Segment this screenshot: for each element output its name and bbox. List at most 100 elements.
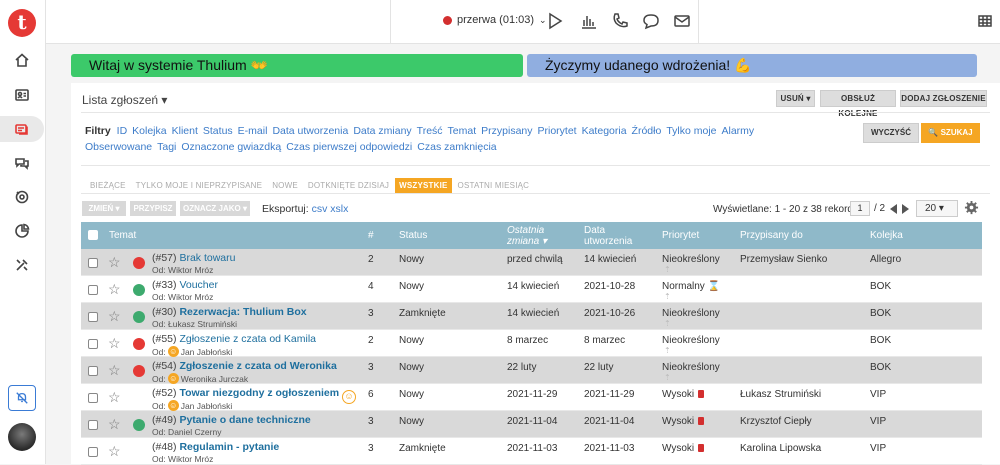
gear-icon[interactable]: [964, 200, 980, 216]
filter-link[interactable]: Alarmy: [722, 125, 755, 137]
change-button[interactable]: ZMIEŃ ▾: [82, 201, 126, 216]
ticket-subject[interactable]: (#30) Rezerwacja: Thulium Box: [152, 306, 307, 318]
filter-link[interactable]: Status: [203, 125, 233, 137]
row-checkbox[interactable]: [88, 258, 98, 268]
star-icon[interactable]: ☆: [108, 309, 121, 323]
prev-page-icon[interactable]: [890, 204, 897, 214]
filter-link[interactable]: ID: [117, 125, 128, 137]
stats-icon[interactable]: [580, 12, 600, 32]
search-button[interactable]: 🔍 SZUKAJ: [921, 123, 980, 143]
filter-link[interactable]: Obserwowane: [85, 141, 152, 153]
row-checkbox[interactable]: [88, 393, 98, 403]
star-icon[interactable]: ☆: [108, 390, 121, 404]
table-row[interactable]: ☆ (#55) Zgłoszenie z czata od Kamila Od: ☺ J…: [81, 330, 982, 357]
delete-button[interactable]: USUŃ ▾: [776, 90, 815, 107]
assign-button[interactable]: PRZYPISZ: [130, 201, 176, 216]
agent-status[interactable]: przerwa (01:03) ⌄: [443, 14, 547, 26]
star-icon[interactable]: ☆: [108, 417, 121, 431]
chat-icon[interactable]: [0, 150, 44, 176]
ticket-subject[interactable]: (#52) Towar niezgodny z ogłoszeniem: [152, 387, 339, 399]
filter-link[interactable]: Klient: [172, 125, 198, 137]
row-checkbox[interactable]: [88, 312, 98, 322]
play-icon[interactable]: [546, 12, 566, 32]
tab-new[interactable]: NOWE: [268, 178, 302, 193]
filter-link[interactable]: Przypisany: [481, 125, 532, 137]
next-page-icon[interactable]: [902, 204, 909, 214]
filter-link[interactable]: Data zmiany: [353, 125, 411, 137]
table-row[interactable]: ☆ (#48) Regulamin - pytanie Od: Wiktor Mró…: [81, 438, 982, 465]
filter-link[interactable]: Tylko moje: [666, 125, 716, 137]
table-row[interactable]: ☆ (#30) Rezerwacja: Thulium Box Od: Łukasz…: [81, 303, 982, 330]
tickets-icon[interactable]: [0, 116, 44, 142]
page-input[interactable]: 1: [850, 201, 870, 216]
filter-link[interactable]: Kategoria: [582, 125, 627, 137]
add-ticket-button[interactable]: DODAJ ZGŁOSZENIE: [900, 90, 987, 107]
tab-last-month[interactable]: OSTATNI MIESIĄC: [454, 178, 534, 193]
ticket-subject[interactable]: (#55) Zgłoszenie z czata od Kamila: [152, 333, 316, 345]
col-last-change[interactable]: Ostatnia zmiana ▾: [507, 225, 573, 247]
page-title[interactable]: Lista zgłoszeń ▾: [82, 93, 167, 107]
export-xslx-link[interactable]: xslx: [330, 203, 348, 215]
message-icon[interactable]: [642, 12, 662, 32]
col-subject[interactable]: Temat: [109, 222, 136, 249]
row-checkbox[interactable]: [88, 366, 98, 376]
row-checkbox[interactable]: [88, 285, 98, 295]
do-not-disturb-icon[interactable]: [8, 385, 36, 411]
ticket-subject[interactable]: (#33) Voucher: [152, 279, 218, 291]
filter-link[interactable]: Źródło: [632, 125, 662, 137]
ticket-subject[interactable]: (#54) Zgłoszenie z czata od Weronika: [152, 360, 337, 372]
col-number[interactable]: #: [368, 222, 374, 249]
mail-icon[interactable]: [673, 12, 693, 32]
filter-link[interactable]: Oznaczone gwiazdką: [181, 141, 281, 153]
row-checkbox[interactable]: [88, 339, 98, 349]
tab-all[interactable]: WSZYSTKIE: [395, 178, 452, 193]
tab-touched-today[interactable]: DOTKNIĘTE DZISIAJ: [304, 178, 393, 193]
filter-link[interactable]: Tagi: [157, 141, 176, 153]
star-icon[interactable]: ☆: [108, 255, 121, 269]
export-csv-link[interactable]: csv: [312, 203, 328, 215]
col-priority[interactable]: Priorytet: [662, 222, 699, 249]
ticket-subject[interactable]: (#48) Regulamin - pytanie: [152, 441, 279, 453]
table-row[interactable]: ☆ (#52) Towar niezgodny z ogłoszeniem Od: ☺…: [81, 384, 982, 411]
ticket-subject[interactable]: (#49) Pytanie o dane techniczne: [152, 414, 311, 426]
filter-link[interactable]: Priorytet: [538, 125, 577, 137]
table-row[interactable]: ☆ (#54) Zgłoszenie z czata od Weronika Od:…: [81, 357, 982, 384]
settings-tools-icon[interactable]: [0, 252, 44, 278]
filter-link[interactable]: Data utworzenia: [272, 125, 348, 137]
table-row[interactable]: ☆ (#33) Voucher Od: Wiktor Mróz 4 Nowy 14 kwi…: [81, 276, 982, 303]
star-icon[interactable]: ☆: [108, 336, 121, 350]
col-created[interactable]: Data utworzenia: [584, 225, 640, 247]
filter-link[interactable]: E-mail: [238, 125, 268, 137]
ticket-subject[interactable]: (#57) Brak towaru: [152, 252, 235, 264]
star-icon[interactable]: ☆: [108, 444, 121, 458]
tab-current[interactable]: BIEŻĄCE: [86, 178, 130, 193]
row-checkbox[interactable]: [88, 447, 98, 457]
row-checkbox[interactable]: [88, 420, 98, 430]
select-all-checkbox[interactable]: [88, 230, 98, 240]
tab-mine-unassigned[interactable]: TYLKO MOJE I NIEPRZYPISANE: [132, 178, 267, 193]
star-icon[interactable]: ☆: [108, 282, 121, 296]
col-status[interactable]: Status: [399, 222, 427, 249]
clear-filters-button[interactable]: WYCZYŚĆ: [863, 123, 919, 143]
table-row[interactable]: ☆ (#49) Pytanie o dane techniczne Od: Dani…: [81, 411, 982, 438]
table-row[interactable]: ☆ (#57) Brak towaru Od: Wiktor Mróz 2 Nowy pr…: [81, 249, 982, 276]
home-icon[interactable]: [0, 47, 44, 73]
apps-grid-icon[interactable]: [976, 12, 996, 32]
campaign-icon[interactable]: [0, 184, 44, 210]
col-assigned[interactable]: Przypisany do: [740, 222, 803, 249]
col-queue[interactable]: Kolejka: [870, 222, 903, 249]
user-avatar[interactable]: [8, 423, 36, 451]
filter-link[interactable]: Kolejka: [132, 125, 166, 137]
filter-link[interactable]: Temat: [448, 125, 477, 137]
reports-icon[interactable]: [0, 218, 44, 244]
filter-link[interactable]: Treść: [417, 125, 443, 137]
per-page-select[interactable]: 20 ▾: [916, 200, 958, 217]
handle-next-button[interactable]: OBSŁUŻ KOLEJNE: [820, 90, 896, 118]
filter-link[interactable]: Czas zamknięcia: [417, 141, 496, 153]
mark-as-button[interactable]: OZNACZ JAKO ▾: [180, 201, 250, 216]
star-icon[interactable]: ☆: [108, 363, 121, 377]
contacts-icon[interactable]: [0, 82, 44, 108]
filter-link[interactable]: Czas pierwszej odpowiedzi: [286, 141, 412, 153]
phone-icon[interactable]: [611, 12, 631, 32]
app-logo[interactable]: t: [8, 9, 36, 37]
